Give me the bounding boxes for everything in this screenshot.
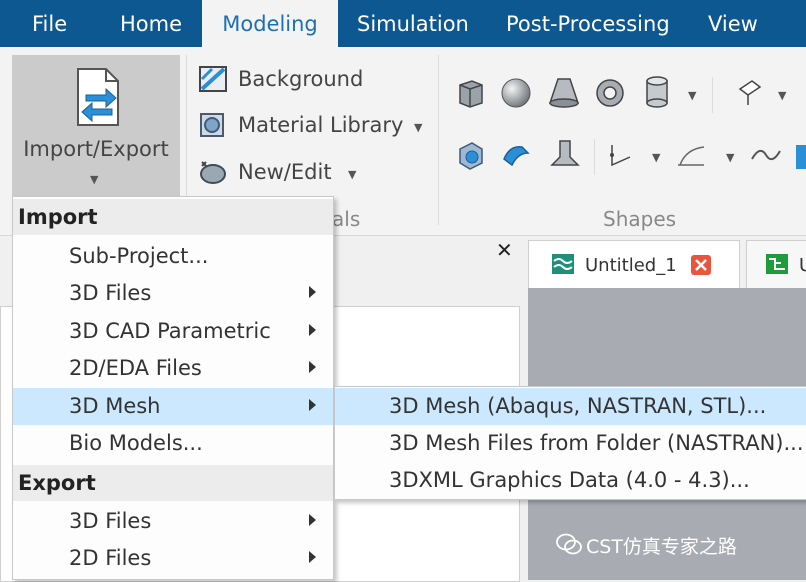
tab-untitled-1[interactable]: Untitled_1 (528, 240, 740, 289)
import-export-icon (77, 68, 119, 126)
import-export-label: Import/Export (23, 137, 169, 161)
chevron-down-icon[interactable]: ▼ (778, 89, 786, 102)
material-library-label: Material Library (238, 113, 404, 137)
menu-item-3dxml[interactable]: 3DXML Graphics Data (4.0 - 4.3)... (335, 462, 806, 499)
spline-icon[interactable] (750, 141, 782, 169)
tab-view[interactable]: View (708, 0, 758, 47)
sphere-icon[interactable] (500, 77, 532, 109)
background-label: Background (238, 67, 364, 91)
close-tab-icon[interactable] (691, 255, 711, 275)
chevron-down-icon[interactable]: ▼ (726, 151, 734, 164)
tab-untitled-2[interactable]: U (746, 240, 806, 289)
curve-point-icon[interactable] (604, 139, 636, 171)
chevron-down-icon[interactable]: ▼ (688, 89, 696, 102)
import-export-button[interactable]: Import/Export ▼ (12, 55, 180, 197)
chevron-down-icon: ▼ (414, 121, 423, 134)
torus-icon[interactable] (594, 77, 626, 109)
submenu-arrow-icon (309, 286, 316, 298)
new-edit-button[interactable]: New/Edit ▼ (198, 154, 368, 190)
wechat-icon (556, 533, 582, 555)
menu-item-export-2d-files[interactable]: 2D Files (13, 540, 333, 577)
chevron-down-icon[interactable]: ▼ (652, 151, 660, 164)
menu-item-3d-mesh[interactable]: 3D Mesh (13, 388, 333, 425)
blend-icon[interactable] (500, 139, 532, 171)
materials-group-label: als (332, 207, 361, 231)
shell-icon[interactable] (550, 137, 580, 171)
menu-item-2d-eda-files[interactable]: 2D/EDA Files (13, 350, 333, 387)
submenu-arrow-icon (309, 514, 316, 526)
menu-item-3d-mesh-folder[interactable]: 3D Mesh Files from Folder (NASTRAN)... (335, 425, 806, 462)
material-library-button[interactable]: Material Library ▼ (198, 107, 430, 143)
circuit-icon (766, 254, 788, 274)
extrude-icon[interactable] (736, 77, 764, 109)
export-section-header: Export (13, 465, 333, 501)
close-icon[interactable]: ✕ (496, 238, 513, 262)
ribbon-separator (438, 55, 439, 225)
project-icon (552, 254, 574, 274)
menu-item-3d-mesh-abaqus[interactable]: 3D Mesh (Abaqus, NASTRAN, STL)... (335, 388, 806, 425)
3d-mesh-submenu: 3D Mesh (Abaqus, NASTRAN, STL)... 3D Mes… (334, 386, 806, 500)
more-shapes-icon[interactable] (796, 145, 806, 169)
watermark-text: CST仿真专家之路 (586, 536, 737, 558)
cone-icon[interactable] (548, 75, 580, 109)
tab-simulation[interactable]: Simulation (357, 0, 469, 47)
submenu-arrow-icon (309, 399, 316, 411)
background-button[interactable]: Background (198, 61, 398, 97)
tab-home[interactable]: Home (120, 0, 182, 47)
tab-modeling[interactable]: Modeling (202, 0, 338, 47)
submenu-arrow-icon (309, 551, 316, 563)
import-section-header: Import (13, 199, 333, 235)
new-material-icon (200, 161, 226, 184)
menu-item-bio-models[interactable]: Bio Models... (13, 425, 333, 462)
submenu-arrow-icon (309, 361, 316, 373)
material-library-icon (200, 113, 224, 137)
menu-item-3d-files[interactable]: 3D Files (13, 275, 333, 312)
tab-label: Untitled_1 (585, 255, 677, 276)
import-export-menu: Import Sub-Project... 3D Files 3D CAD Pa… (12, 196, 334, 580)
chevron-down-icon: ▼ (348, 168, 357, 181)
shapes-group-label: Shapes (603, 207, 677, 231)
tab-file[interactable]: File (32, 0, 67, 47)
background-icon (199, 66, 227, 92)
new-edit-label: New/Edit (238, 160, 332, 184)
boolean-icon[interactable] (456, 139, 486, 171)
tab-post-processing[interactable]: Post-Processing (506, 0, 670, 47)
ribbon-separator (594, 139, 595, 175)
tab-label: U (799, 255, 806, 276)
brick-icon[interactable] (456, 77, 486, 109)
menu-item-export-3d-files[interactable]: 3D Files (13, 503, 333, 540)
arc-icon[interactable] (674, 139, 708, 171)
chevron-down-icon: ▼ (90, 173, 99, 186)
cylinder-icon[interactable] (644, 75, 670, 109)
submenu-arrow-icon (309, 324, 316, 336)
menu-item-3d-cad-parametric[interactable]: 3D CAD Parametric (13, 313, 333, 350)
ribbon-separator (712, 77, 713, 113)
menu-bar: File Home Modeling Simulation Post-Proce… (0, 0, 806, 47)
menu-item-sub-project[interactable]: Sub-Project... (13, 238, 333, 275)
